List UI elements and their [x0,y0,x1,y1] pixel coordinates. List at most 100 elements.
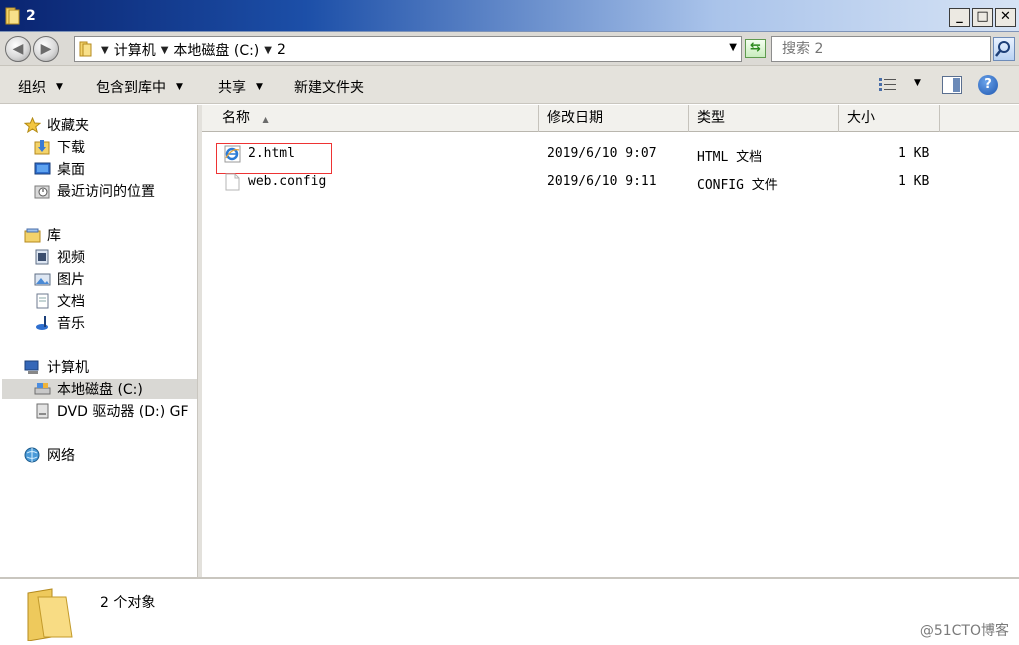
music-library-icon [36,316,48,330]
video-library-icon [35,249,49,265]
desktop-icon [34,162,51,175]
column-modified[interactable]: 修改日期 [539,105,689,132]
refresh-button[interactable]: ⇆ [745,39,766,58]
nav-pictures[interactable]: 图片 [34,269,85,289]
navigation-pane: 收藏夹 下载 桌面 最近访问的位置 库 视频 图片 文档 音乐 计算机 本地磁盘… [0,105,198,577]
search-box[interactable] [771,36,991,62]
file-modified: 2019/6/10 9:07 [547,146,657,161]
search-button[interactable] [993,37,1015,61]
nav-favorites-label: 收藏夹 [47,118,89,134]
search-icon [995,41,1010,57]
nav-library-label: 库 [47,228,61,244]
column-type-label: 类型 [697,110,725,126]
nav-downloads-label: 下载 [57,140,85,156]
item-count: 2 个对象 [100,595,156,611]
dropdown-arrow-icon: ▼ [56,82,63,92]
nav-computer[interactable]: 计算机 [24,357,89,377]
new-folder-label: 新建文件夹 [294,80,364,96]
include-library-menu[interactable]: 包含到库中 ▼ [96,77,183,97]
column-name[interactable]: 名称 ▲ [202,105,539,132]
include-library-label: 包含到库中 [96,80,166,96]
maximize-button[interactable]: □ [972,8,993,27]
nav-library[interactable]: 库 [24,225,61,245]
breadcrumb-arrow-icon[interactable]: ▼ [101,45,109,56]
nav-videos-label: 视频 [57,250,85,266]
star-icon [24,117,41,133]
column-type[interactable]: 类型 [689,105,839,132]
breadcrumb-arrow-icon[interactable]: ▼ [161,45,169,56]
nav-recent-label: 最近访问的位置 [57,184,155,200]
share-label: 共享 [218,80,246,96]
folder-icon [5,7,20,25]
organize-label: 组织 [18,80,46,96]
file-list: 名称 ▲ 修改日期 类型 大小 2.html 2019/6/10 9:07 HT… [202,105,1019,577]
address-dropdown-icon[interactable]: ▼ [729,42,737,53]
forward-arrow-icon: ▶ [40,41,52,57]
search-input[interactable] [782,40,982,58]
watermark: @51CTO博客 [919,623,1009,639]
folder-icon [79,41,92,57]
nav-documents[interactable]: 文档 [34,291,85,311]
breadcrumb-local-disk[interactable]: 本地磁盘 (C:) [173,40,259,60]
address-bar[interactable]: ▼ 计算机 ▼ 本地磁盘 (C:) ▼ 2 ▼ [74,36,742,62]
close-button[interactable]: ✕ [995,8,1016,27]
sort-ascending-icon: ▲ [262,115,269,124]
column-name-label: 名称 [222,110,250,126]
breadcrumb-folder[interactable]: 2 [277,42,286,58]
view-dropdown-icon[interactable]: ▼ [914,78,921,88]
nav-desktop[interactable]: 桌面 [34,159,85,179]
blank-file-icon [225,173,240,191]
breadcrumb-computer[interactable]: 计算机 [114,40,156,60]
file-type: HTML 文档 [697,150,763,165]
library-icon [24,228,41,243]
breadcrumb: ▼ 计算机 ▼ 本地磁盘 (C:) ▼ 2 [101,40,286,60]
nav-computer-label: 计算机 [47,360,89,376]
recent-places-icon [34,185,50,199]
share-menu[interactable]: 共享 ▼ [218,77,263,97]
refresh-icon: ⇆ [750,40,761,55]
file-size: 1 KB [898,146,930,161]
new-folder-button[interactable]: 新建文件夹 [294,77,364,97]
nav-dvd-label: DVD 驱动器 (D:) GF [57,404,189,420]
title-bar: 2 _ □ ✕ [0,0,1019,32]
picture-library-icon [34,273,51,286]
back-button[interactable]: ◀ [5,36,31,62]
file-type: CONFIG 文件 [697,178,778,193]
computer-icon [24,360,39,374]
nav-music-label: 音乐 [57,316,85,332]
download-folder-icon [34,140,50,155]
nav-network[interactable]: 网络 [24,445,75,465]
nav-local-disk[interactable]: 本地磁盘 (C:) [2,379,197,399]
nav-documents-label: 文档 [57,294,85,310]
file-size: 1 KB [898,174,930,189]
dropdown-arrow-icon: ▼ [256,82,263,92]
details-pane: 2 个对象 @51CTO博客 [0,577,1019,645]
dropdown-arrow-icon: ▼ [176,82,183,92]
command-bar: 组织 ▼ 包含到库中 ▼ 共享 ▼ 新建文件夹 ▼ ? [0,66,1019,104]
file-row[interactable]: web.config 2019/6/10 9:11 CONFIG 文件 1 KB [202,171,1002,195]
file-name[interactable]: web.config [248,174,326,189]
column-modified-label: 修改日期 [547,110,603,126]
column-header: 名称 ▲ 修改日期 类型 大小 [202,105,1019,132]
nav-videos[interactable]: 视频 [34,247,85,267]
nav-favorites[interactable]: 收藏夹 [24,115,89,135]
nav-network-label: 网络 [47,448,75,464]
dvd-drive-icon [36,403,49,419]
forward-button[interactable]: ▶ [33,36,59,62]
file-modified: 2019/6/10 9:11 [547,174,657,189]
help-icon[interactable]: ? [978,75,998,95]
organize-menu[interactable]: 组织 ▼ [18,77,63,97]
nav-desktop-label: 桌面 [57,162,85,178]
nav-pictures-label: 图片 [57,272,85,288]
nav-dvd[interactable]: DVD 驱动器 (D:) GF [34,401,189,421]
nav-recent[interactable]: 最近访问的位置 [34,181,155,201]
folder-icon [27,588,73,641]
minimize-button[interactable]: _ [949,8,970,27]
view-options-icon[interactable] [878,76,898,94]
breadcrumb-arrow-icon[interactable]: ▼ [264,45,272,56]
highlight-box [216,143,332,174]
preview-pane-button[interactable] [942,76,962,94]
nav-music[interactable]: 音乐 [34,313,85,333]
nav-downloads[interactable]: 下载 [34,137,85,157]
column-size[interactable]: 大小 [839,105,940,132]
